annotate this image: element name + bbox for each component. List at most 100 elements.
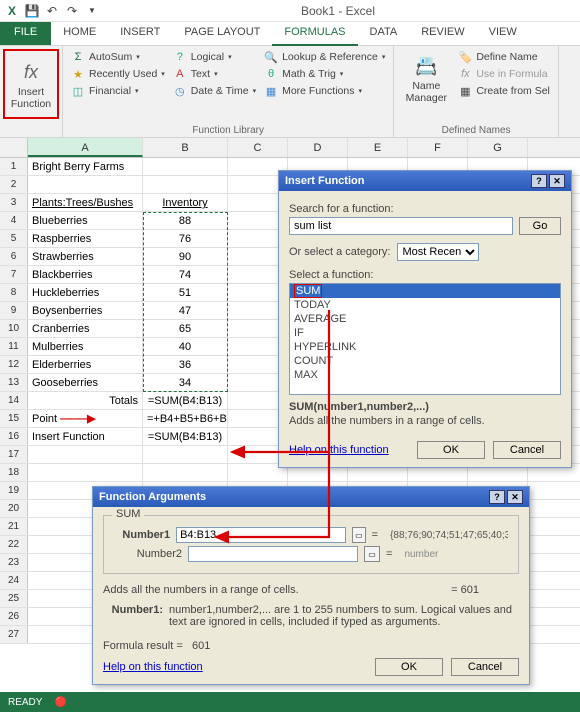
function-arguments-titlebar[interactable]: Function Arguments ? ✕ — [93, 487, 529, 507]
insert-function-titlebar[interactable]: Insert Function ? ✕ — [279, 171, 571, 191]
cell[interactable]: =SUM(B4:B13) — [143, 392, 228, 409]
cell[interactable]: Insert Function — [28, 428, 143, 445]
function-item[interactable]: HYPERLINK — [290, 340, 560, 354]
row-header[interactable]: 26 — [0, 608, 28, 625]
cell[interactable] — [28, 464, 143, 481]
help-icon[interactable]: ? — [531, 174, 547, 188]
cell[interactable]: Huckleberries — [28, 284, 143, 301]
cell[interactable]: =+B4+B5+B6+B7 — [143, 410, 228, 427]
cell[interactable]: 40 — [143, 338, 228, 355]
function-list[interactable]: SUM TODAY AVERAGE IF HYPERLINK COUNT MAX — [289, 283, 561, 395]
cell[interactable] — [143, 158, 228, 175]
cell[interactable] — [143, 446, 228, 463]
number2-input[interactable] — [188, 546, 358, 562]
row-header[interactable]: 8 — [0, 284, 28, 301]
col-header-g[interactable]: G — [468, 138, 528, 157]
row-header[interactable]: 17 — [0, 446, 28, 463]
financial-menu[interactable]: ◫Financial ▾ — [69, 83, 167, 99]
function-item[interactable]: MAX — [290, 368, 560, 382]
save-icon[interactable]: 💾 — [24, 3, 40, 19]
recently-used-menu[interactable]: ★Recently Used ▾ — [69, 66, 167, 82]
cell[interactable]: Totals — [28, 392, 143, 409]
row-header[interactable]: 24 — [0, 572, 28, 589]
cell[interactable]: Blueberries — [28, 212, 143, 229]
help-icon[interactable]: ? — [489, 490, 505, 504]
cell[interactable]: 36 — [143, 356, 228, 373]
cell[interactable]: Bright Berry Farms — [28, 158, 143, 175]
row-header[interactable]: 3 — [0, 194, 28, 211]
number1-input[interactable] — [176, 527, 346, 543]
row-header[interactable]: 20 — [0, 500, 28, 517]
col-header-d[interactable]: D — [288, 138, 348, 157]
redo-icon[interactable]: ↷ — [64, 3, 80, 19]
close-icon[interactable]: ✕ — [507, 490, 523, 504]
row-header[interactable]: 9 — [0, 302, 28, 319]
tab-pagelayout[interactable]: PAGE LAYOUT — [172, 22, 272, 45]
row-header[interactable]: 13 — [0, 374, 28, 391]
go-button[interactable]: Go — [519, 217, 561, 235]
tab-home[interactable]: HOME — [51, 22, 108, 45]
tab-data[interactable]: DATA — [358, 22, 410, 45]
function-item[interactable]: AVERAGE — [290, 312, 560, 326]
cell[interactable]: Elderberries — [28, 356, 143, 373]
ok-button[interactable]: OK — [375, 658, 443, 676]
tab-review[interactable]: REVIEW — [409, 22, 476, 45]
cell[interactable]: Raspberries — [28, 230, 143, 247]
datetime-menu[interactable]: ◷Date & Time ▾ — [171, 83, 258, 99]
tab-view[interactable]: VIEW — [477, 22, 529, 45]
qat-dropdown-icon[interactable]: ▼ — [84, 3, 100, 19]
col-header-a[interactable]: A — [28, 138, 143, 157]
lookup-menu[interactable]: 🔍Lookup & Reference ▾ — [262, 49, 387, 65]
row-header[interactable]: 5 — [0, 230, 28, 247]
undo-icon[interactable]: ↶ — [44, 3, 60, 19]
select-all-corner[interactable] — [0, 138, 28, 157]
macro-record-icon[interactable]: 🔴 — [54, 697, 66, 708]
col-header-b[interactable]: B — [143, 138, 228, 157]
row-header[interactable]: 19 — [0, 482, 28, 499]
cell[interactable]: Inventory — [143, 194, 228, 211]
close-icon[interactable]: ✕ — [549, 174, 565, 188]
search-function-input[interactable] — [289, 217, 513, 235]
cell[interactable] — [143, 176, 228, 193]
cell[interactable]: Cranberries — [28, 320, 143, 337]
row-header[interactable]: 1 — [0, 158, 28, 175]
row-header[interactable]: 11 — [0, 338, 28, 355]
row-header[interactable]: 12 — [0, 356, 28, 373]
cell[interactable]: =SUM(B4:B13) — [143, 428, 228, 445]
cell[interactable]: Strawberries — [28, 248, 143, 265]
cell[interactable]: Mulberries — [28, 338, 143, 355]
cell[interactable]: 74 — [143, 266, 228, 283]
cell[interactable]: 88 — [143, 212, 228, 229]
help-link[interactable]: Help on this function — [103, 661, 203, 673]
define-name-menu[interactable]: 🏷️Define Name — [456, 49, 552, 65]
insert-function-button[interactable]: fx InsertFunction — [3, 49, 59, 119]
cell[interactable] — [143, 464, 228, 481]
cell[interactable]: Boysenberries — [28, 302, 143, 319]
row-header[interactable]: 16 — [0, 428, 28, 445]
logical-menu[interactable]: ?Logical ▾ — [171, 49, 258, 65]
cell[interactable]: 65 — [143, 320, 228, 337]
row-header[interactable]: 21 — [0, 518, 28, 535]
cell[interactable] — [28, 176, 143, 193]
cancel-button[interactable]: Cancel — [493, 441, 561, 459]
cell[interactable]: Plants:Trees/Bushes — [28, 194, 143, 211]
name-manager-button[interactable]: 📇 NameManager — [400, 49, 452, 106]
cell[interactable]: 47 — [143, 302, 228, 319]
use-in-formula-menu[interactable]: fxUse in Formula — [456, 66, 552, 82]
row-header[interactable]: 22 — [0, 536, 28, 553]
cancel-button[interactable]: Cancel — [451, 658, 519, 676]
cell[interactable] — [28, 446, 143, 463]
row-header[interactable]: 25 — [0, 590, 28, 607]
autosum-menu[interactable]: ΣAutoSum ▾ — [69, 49, 167, 65]
function-item[interactable]: COUNT — [290, 354, 560, 368]
row-header[interactable]: 23 — [0, 554, 28, 571]
category-select[interactable]: Most Recen — [397, 243, 479, 261]
tab-formulas[interactable]: FORMULAS — [272, 22, 357, 46]
cell[interactable]: 90 — [143, 248, 228, 265]
row-header[interactable]: 14 — [0, 392, 28, 409]
row-header[interactable]: 27 — [0, 626, 28, 643]
cell[interactable]: 76 — [143, 230, 228, 247]
function-item-sum[interactable]: SUM — [290, 284, 560, 298]
ok-button[interactable]: OK — [417, 441, 485, 459]
row-header[interactable]: 7 — [0, 266, 28, 283]
